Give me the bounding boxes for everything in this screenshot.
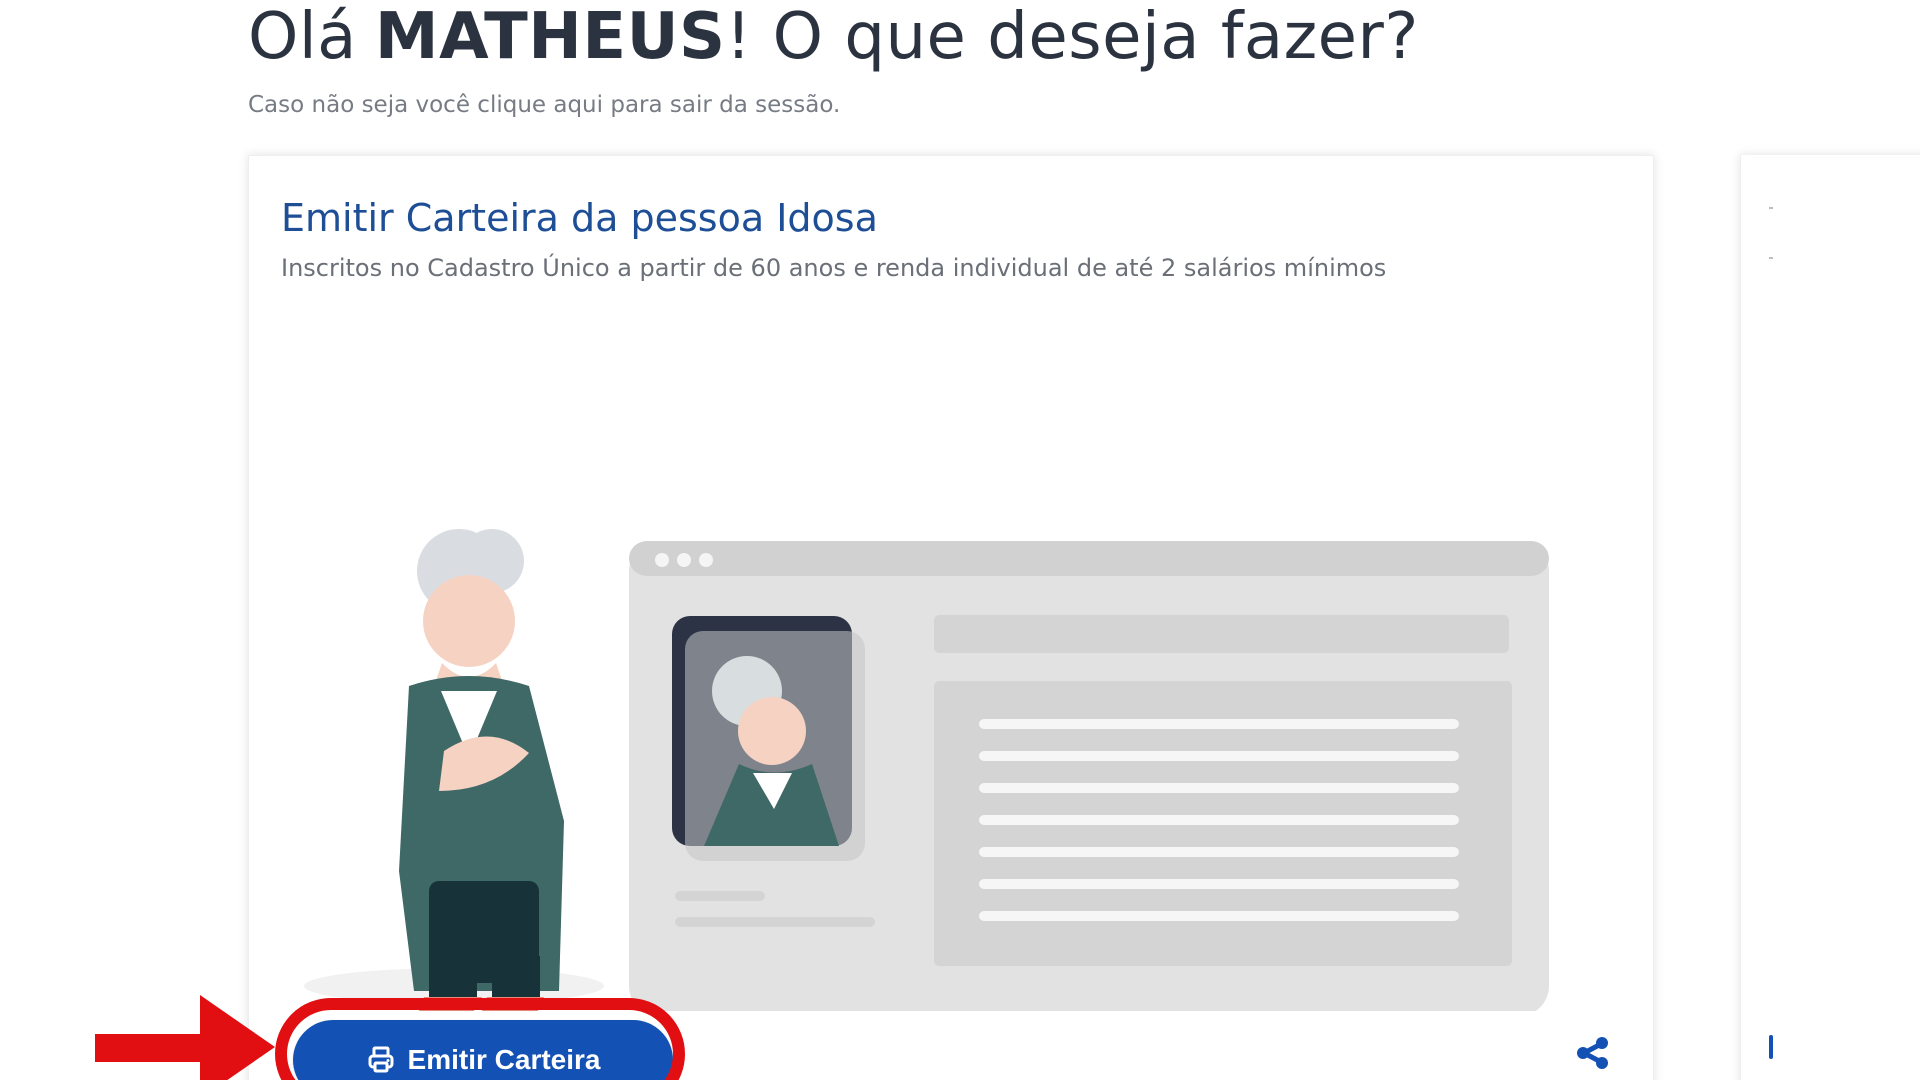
greeting-suffix: ! O que deseja fazer? [725,0,1419,74]
elderly-card-illustration [304,529,1549,1011]
red-arrow-head [200,995,275,1080]
session-logout-message: Caso não seja você clique aqui para sair… [248,92,840,118]
side-card-detail [1769,257,1773,259]
user-name: MATHEUS [374,0,726,74]
side-card-detail [1769,207,1773,209]
page-greeting: Olá MATHEUS ! O que deseja fazer? [248,0,1419,82]
elderly-card-service-card: Emitir Carteira da pessoa Idosa Inscrito… [248,155,1654,1080]
greeting-prefix: Olá [248,0,357,74]
service-card-title: Emitir Carteira da pessoa Idosa [281,196,878,240]
service-card-description: Inscritos no Cadastro Único a partir de … [281,254,1387,282]
side-card-button-edge [1769,1035,1773,1059]
page-canvas: Olá MATHEUS ! O que deseja fazer? Caso n… [0,0,1920,1080]
logout-prefix: Caso não seja você [248,92,470,118]
logout-link[interactable]: clique aqui [477,92,603,118]
logout-suffix: para sair da sessão. [610,92,841,118]
red-highlight-ring [275,998,685,1080]
next-service-card-partial [1740,155,1920,1080]
share-icon [1577,1037,1608,1069]
share-button[interactable] [1570,1030,1616,1076]
